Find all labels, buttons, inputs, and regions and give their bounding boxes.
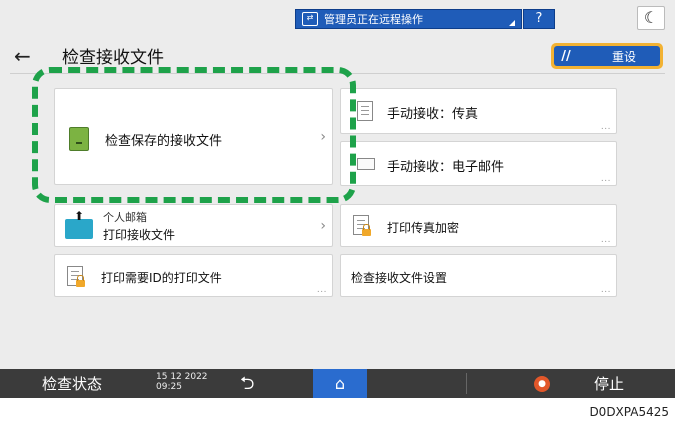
stop-button[interactable]: 停止	[594, 373, 624, 394]
tile-label-line1: 个人邮箱	[103, 211, 147, 224]
reset-button-inner: // 重设	[554, 46, 660, 66]
reset-icon: //	[561, 48, 571, 64]
remote-operation-banner[interactable]: ⇄ 管理员正在远程操作	[295, 9, 522, 29]
tile-label: 手动接收：传真	[387, 107, 479, 122]
remote-operation-text: 管理员正在远程操作	[324, 13, 423, 26]
up-arrow-icon: ⬆	[74, 209, 85, 223]
tile-label: 手动接收：电子邮件	[387, 160, 505, 175]
page-title: 检查接收文件	[62, 48, 164, 68]
manual-receive-email-tile[interactable]: 手动接收：电子邮件 ...	[340, 141, 617, 186]
print-id-files-tile[interactable]: 打印需要ID的打印文件 ...	[54, 254, 333, 297]
locked-document-icon	[353, 215, 371, 236]
fax-document-icon	[357, 101, 373, 121]
chevron-right-icon: ›	[320, 217, 326, 234]
more-dots-icon: ...	[600, 285, 611, 295]
check-status-button[interactable]: 检查状态	[42, 373, 102, 394]
figure-code: D0DXPA5425	[589, 405, 669, 419]
tile-label: 检查接收文件设置	[351, 271, 448, 285]
home-icon: ⌂	[334, 374, 346, 393]
more-dots-icon: ...	[600, 235, 611, 245]
date: 15 12 2022	[156, 372, 208, 382]
return-arrow-icon[interactable]: ⮌	[240, 371, 254, 398]
moon-icon: ☾	[643, 8, 659, 27]
highlight-callout-frame	[32, 67, 356, 203]
screen: ⇄ 管理员正在远程操作 ? ☾ ← 检查接收文件 // 重设 检查保存的接收文件…	[0, 0, 675, 398]
date-time: 15 12 2022 09:25	[156, 372, 208, 392]
top-bar: ⇄ 管理员正在远程操作 ? ☾	[0, 0, 675, 32]
envelope-icon	[357, 158, 375, 170]
print-fax-encrypted-tile[interactable]: 打印传真加密 ...	[340, 204, 617, 247]
tile-label: 打印传真加密	[387, 221, 460, 235]
back-arrow-icon[interactable]: ←	[14, 44, 38, 68]
receive-file-settings-tile[interactable]: 检查接收文件设置 ...	[340, 254, 617, 297]
home-button[interactable]: ⌂	[313, 369, 367, 398]
personal-box-tile[interactable]: ⬆ 个人邮箱 打印接收文件 ›	[54, 204, 333, 247]
more-dots-icon: ...	[600, 174, 611, 184]
time: 09:25	[156, 382, 182, 392]
more-dots-icon: ...	[600, 122, 611, 132]
inbox-tray-icon: ⬆	[65, 209, 93, 239]
tile-label-line2: 打印接收文件	[103, 228, 176, 242]
remote-icon: ⇄	[302, 12, 318, 26]
energy-saver-button[interactable]: ☾	[637, 6, 665, 30]
tile-label: 打印需要ID的打印文件	[101, 271, 222, 285]
help-button[interactable]: ?	[523, 9, 555, 29]
bottom-bar: 检查状态 15 12 2022 09:25 ⮌ ⌂ ● 停止	[0, 369, 675, 398]
manual-receive-fax-tile[interactable]: 手动接收：传真 ...	[340, 88, 617, 134]
reset-label: 重设	[611, 49, 636, 64]
more-dots-icon: ...	[316, 285, 327, 295]
reset-button[interactable]: // 重设	[551, 43, 663, 69]
expand-corner-icon	[509, 20, 515, 26]
divider	[466, 373, 467, 394]
stop-icon: ●	[534, 376, 550, 392]
locked-document-icon	[67, 266, 85, 287]
